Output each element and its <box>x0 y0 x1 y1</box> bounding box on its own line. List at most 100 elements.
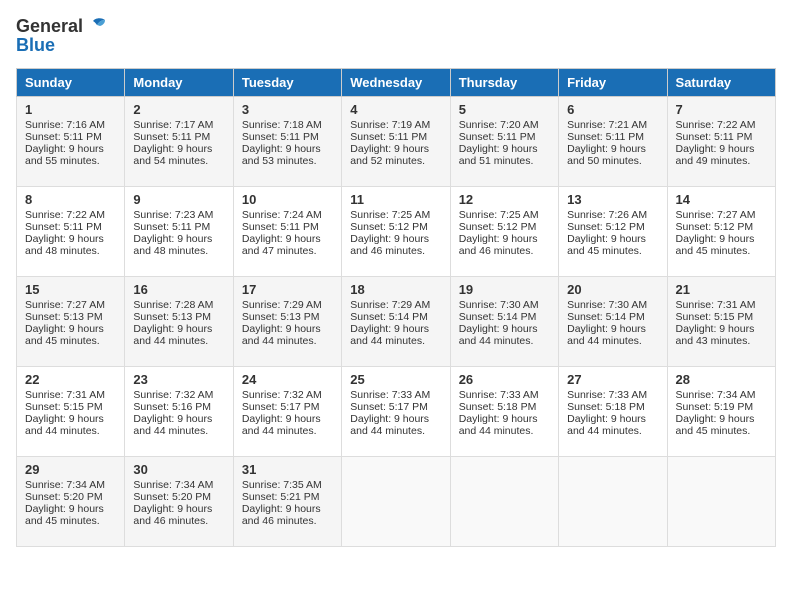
sunset-text: Sunset: 5:13 PM <box>133 311 211 323</box>
calendar-day-cell <box>342 457 450 547</box>
sunrise-text: Sunrise: 7:24 AM <box>242 209 322 221</box>
daylight-text: Daylight: 9 hours and 44 minutes. <box>567 323 646 347</box>
sunset-text: Sunset: 5:14 PM <box>459 311 537 323</box>
calendar-day-cell: 7 Sunrise: 7:22 AM Sunset: 5:11 PM Dayli… <box>667 97 775 187</box>
sunrise-text: Sunrise: 7:28 AM <box>133 299 213 311</box>
calendar-day-cell: 13 Sunrise: 7:26 AM Sunset: 5:12 PM Dayl… <box>559 187 667 277</box>
sunrise-text: Sunrise: 7:22 AM <box>676 119 756 131</box>
sunrise-text: Sunrise: 7:26 AM <box>567 209 647 221</box>
sunrise-text: Sunrise: 7:27 AM <box>676 209 756 221</box>
day-of-week-header: Monday <box>125 69 233 97</box>
daylight-text: Daylight: 9 hours and 44 minutes. <box>459 323 538 347</box>
sunset-text: Sunset: 5:11 PM <box>459 131 536 143</box>
day-number: 14 <box>676 192 767 207</box>
calendar-day-cell: 20 Sunrise: 7:30 AM Sunset: 5:14 PM Dayl… <box>559 277 667 367</box>
day-number: 30 <box>133 462 224 477</box>
sunset-text: Sunset: 5:17 PM <box>242 401 320 413</box>
daylight-text: Daylight: 9 hours and 53 minutes. <box>242 143 321 167</box>
sunset-text: Sunset: 5:11 PM <box>133 131 210 143</box>
sunset-text: Sunset: 5:20 PM <box>133 491 211 503</box>
sunrise-text: Sunrise: 7:33 AM <box>459 389 539 401</box>
calendar-day-cell: 9 Sunrise: 7:23 AM Sunset: 5:11 PM Dayli… <box>125 187 233 277</box>
daylight-text: Daylight: 9 hours and 45 minutes. <box>676 413 755 437</box>
sunrise-text: Sunrise: 7:29 AM <box>350 299 430 311</box>
sunset-text: Sunset: 5:11 PM <box>676 131 753 143</box>
logo-general-text: General <box>16 16 83 37</box>
sunset-text: Sunset: 5:21 PM <box>242 491 320 503</box>
day-number: 23 <box>133 372 224 387</box>
sunrise-text: Sunrise: 7:16 AM <box>25 119 105 131</box>
calendar-day-cell: 26 Sunrise: 7:33 AM Sunset: 5:18 PM Dayl… <box>450 367 558 457</box>
day-of-week-header: Friday <box>559 69 667 97</box>
daylight-text: Daylight: 9 hours and 44 minutes. <box>350 323 429 347</box>
sunset-text: Sunset: 5:11 PM <box>133 221 210 233</box>
sunrise-text: Sunrise: 7:34 AM <box>133 479 213 491</box>
calendar-day-cell: 8 Sunrise: 7:22 AM Sunset: 5:11 PM Dayli… <box>17 187 125 277</box>
sunset-text: Sunset: 5:19 PM <box>676 401 754 413</box>
calendar-day-cell: 23 Sunrise: 7:32 AM Sunset: 5:16 PM Dayl… <box>125 367 233 457</box>
calendar-week-row: 8 Sunrise: 7:22 AM Sunset: 5:11 PM Dayli… <box>17 187 776 277</box>
page-header: General Blue <box>16 16 776 56</box>
daylight-text: Daylight: 9 hours and 44 minutes. <box>350 413 429 437</box>
calendar-week-row: 22 Sunrise: 7:31 AM Sunset: 5:15 PM Dayl… <box>17 367 776 457</box>
daylight-text: Daylight: 9 hours and 48 minutes. <box>25 233 104 257</box>
day-number: 7 <box>676 102 767 117</box>
day-number: 18 <box>350 282 441 297</box>
sunrise-text: Sunrise: 7:32 AM <box>242 389 322 401</box>
daylight-text: Daylight: 9 hours and 45 minutes. <box>676 233 755 257</box>
day-of-week-header: Wednesday <box>342 69 450 97</box>
sunrise-text: Sunrise: 7:21 AM <box>567 119 647 131</box>
day-number: 19 <box>459 282 550 297</box>
calendar-week-row: 15 Sunrise: 7:27 AM Sunset: 5:13 PM Dayl… <box>17 277 776 367</box>
day-number: 16 <box>133 282 224 297</box>
day-number: 8 <box>25 192 116 207</box>
sunrise-text: Sunrise: 7:30 AM <box>567 299 647 311</box>
calendar-day-cell: 11 Sunrise: 7:25 AM Sunset: 5:12 PM Dayl… <box>342 187 450 277</box>
day-number: 25 <box>350 372 441 387</box>
daylight-text: Daylight: 9 hours and 51 minutes. <box>459 143 538 167</box>
calendar-day-cell: 6 Sunrise: 7:21 AM Sunset: 5:11 PM Dayli… <box>559 97 667 187</box>
sunrise-text: Sunrise: 7:25 AM <box>459 209 539 221</box>
sunrise-text: Sunrise: 7:34 AM <box>676 389 756 401</box>
sunset-text: Sunset: 5:17 PM <box>350 401 428 413</box>
sunset-text: Sunset: 5:13 PM <box>242 311 320 323</box>
calendar-week-row: 1 Sunrise: 7:16 AM Sunset: 5:11 PM Dayli… <box>17 97 776 187</box>
sunrise-text: Sunrise: 7:22 AM <box>25 209 105 221</box>
sunset-text: Sunset: 5:14 PM <box>567 311 645 323</box>
day-number: 10 <box>242 192 333 207</box>
calendar-day-cell: 16 Sunrise: 7:28 AM Sunset: 5:13 PM Dayl… <box>125 277 233 367</box>
calendar-day-cell: 10 Sunrise: 7:24 AM Sunset: 5:11 PM Dayl… <box>233 187 341 277</box>
daylight-text: Daylight: 9 hours and 44 minutes. <box>242 323 321 347</box>
calendar-day-cell <box>450 457 558 547</box>
sunset-text: Sunset: 5:16 PM <box>133 401 211 413</box>
sunrise-text: Sunrise: 7:20 AM <box>459 119 539 131</box>
calendar-day-cell: 4 Sunrise: 7:19 AM Sunset: 5:11 PM Dayli… <box>342 97 450 187</box>
calendar-week-row: 29 Sunrise: 7:34 AM Sunset: 5:20 PM Dayl… <box>17 457 776 547</box>
daylight-text: Daylight: 9 hours and 46 minutes. <box>242 503 321 527</box>
daylight-text: Daylight: 9 hours and 44 minutes. <box>133 413 212 437</box>
calendar-day-cell: 21 Sunrise: 7:31 AM Sunset: 5:15 PM Dayl… <box>667 277 775 367</box>
sunset-text: Sunset: 5:14 PM <box>350 311 428 323</box>
sunrise-text: Sunrise: 7:31 AM <box>676 299 756 311</box>
sunrise-text: Sunrise: 7:32 AM <box>133 389 213 401</box>
sunrise-text: Sunrise: 7:29 AM <box>242 299 322 311</box>
calendar-day-cell: 18 Sunrise: 7:29 AM Sunset: 5:14 PM Dayl… <box>342 277 450 367</box>
calendar-day-cell: 12 Sunrise: 7:25 AM Sunset: 5:12 PM Dayl… <box>450 187 558 277</box>
day-number: 20 <box>567 282 658 297</box>
day-number: 17 <box>242 282 333 297</box>
day-number: 31 <box>242 462 333 477</box>
daylight-text: Daylight: 9 hours and 44 minutes. <box>25 413 104 437</box>
sunrise-text: Sunrise: 7:17 AM <box>133 119 213 131</box>
daylight-text: Daylight: 9 hours and 44 minutes. <box>567 413 646 437</box>
sunrise-text: Sunrise: 7:33 AM <box>567 389 647 401</box>
sunrise-text: Sunrise: 7:33 AM <box>350 389 430 401</box>
day-number: 26 <box>459 372 550 387</box>
daylight-text: Daylight: 9 hours and 54 minutes. <box>133 143 212 167</box>
day-number: 2 <box>133 102 224 117</box>
day-number: 29 <box>25 462 116 477</box>
calendar-day-cell: 25 Sunrise: 7:33 AM Sunset: 5:17 PM Dayl… <box>342 367 450 457</box>
day-number: 22 <box>25 372 116 387</box>
daylight-text: Daylight: 9 hours and 46 minutes. <box>133 503 212 527</box>
day-number: 5 <box>459 102 550 117</box>
calendar-day-cell: 28 Sunrise: 7:34 AM Sunset: 5:19 PM Dayl… <box>667 367 775 457</box>
